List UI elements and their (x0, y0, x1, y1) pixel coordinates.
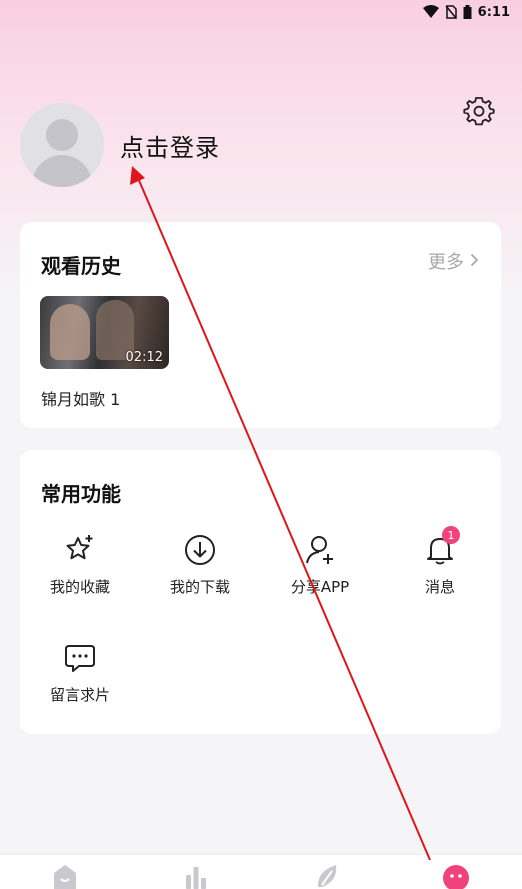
watch-history-card: 观看历史 更多 02:12 锦月如歌 1 (20, 222, 501, 428)
favorites-label: 我的收藏 (49, 578, 110, 596)
gear-icon[interactable] (462, 94, 496, 128)
message-badge: 1 (442, 526, 460, 544)
star-plus-icon (60, 530, 100, 570)
history-more-link[interactable]: 更多 (428, 248, 479, 274)
history-title: 观看历史 (41, 254, 121, 278)
add-user-icon (300, 530, 340, 570)
features-title: 常用功能 (41, 482, 121, 506)
favorites-button[interactable]: 我的收藏 (20, 530, 140, 597)
history-video-title[interactable]: 锦月如歌 1 (41, 386, 120, 410)
downloads-label: 我的下载 (169, 578, 230, 596)
common-features-card: 常用功能 我的收藏 我的下载 分享APP 1 消息 留言求片 (20, 450, 501, 734)
mine-icon[interactable] (436, 863, 476, 889)
discover-icon[interactable] (307, 863, 347, 889)
avatar-placeholder-icon[interactable] (20, 103, 104, 187)
request-film-button[interactable]: 留言求片 (20, 638, 140, 705)
chevron-right-icon (470, 251, 479, 272)
no-sim-icon (445, 5, 457, 19)
request-film-label: 留言求片 (49, 686, 110, 704)
status-time: 6:11 (477, 4, 510, 20)
login-link[interactable]: 点击登录 (120, 128, 220, 163)
profile-login[interactable]: 点击登录 (20, 102, 220, 188)
message-icon (60, 638, 100, 678)
share-app-button[interactable]: 分享APP (260, 530, 380, 597)
home-icon[interactable] (45, 863, 85, 889)
history-thumbnail[interactable]: 02:12 (40, 296, 169, 369)
ranking-icon[interactable] (176, 863, 216, 889)
messages-button[interactable]: 1 消息 (380, 526, 500, 597)
battery-icon (463, 5, 472, 19)
wifi-icon (422, 5, 439, 19)
share-app-label: 分享APP (290, 578, 350, 596)
status-bar: 6:11 (0, 0, 522, 24)
video-duration: 02:12 (125, 350, 163, 365)
messages-label: 消息 (424, 578, 455, 596)
bottom-tab-bar (0, 854, 522, 889)
more-label[interactable]: 更多 (428, 248, 464, 274)
download-icon (180, 530, 220, 570)
downloads-button[interactable]: 我的下载 (140, 530, 260, 597)
bell-icon: 1 (420, 526, 460, 570)
